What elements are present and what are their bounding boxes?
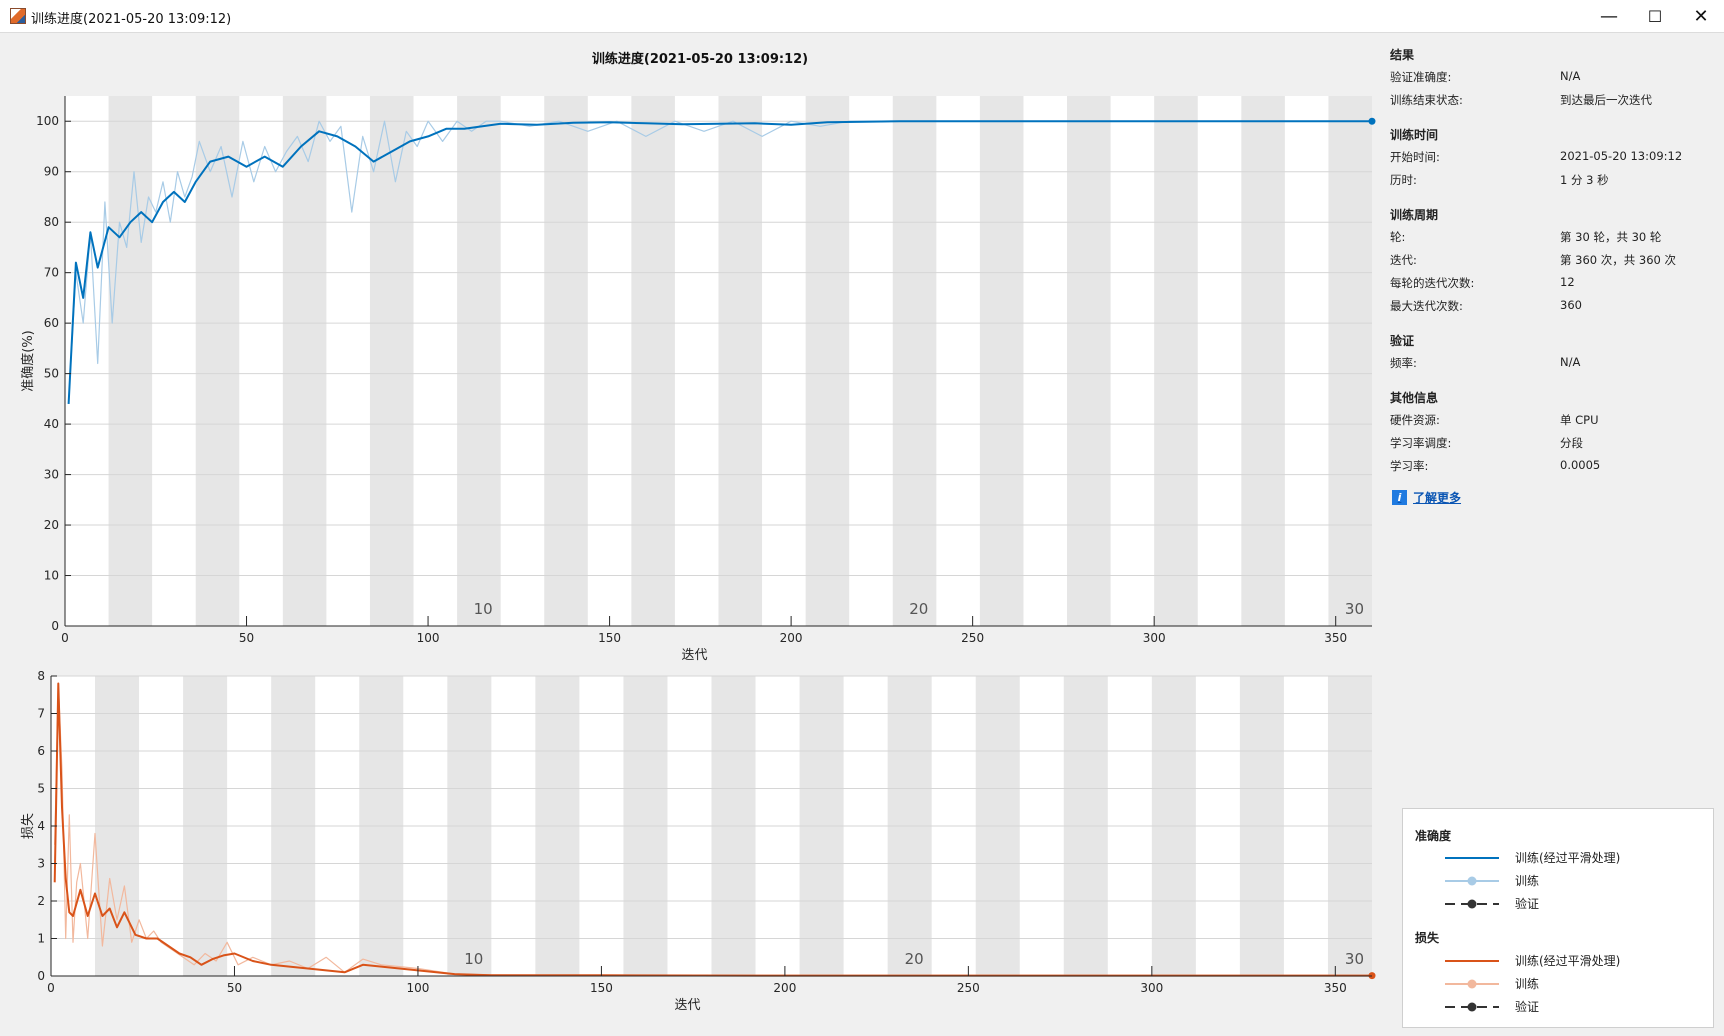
x-tick-label: 150	[590, 981, 613, 995]
legend-loss-title: 损失	[1415, 931, 1440, 945]
loss-plot[interactable]: 10 20 300 50 100 150 200 250 300 350012345678迭代损失	[0, 0, 1390, 1036]
legend-label: 验证	[1515, 897, 1540, 911]
iteration-value: 第 360 次，共 360 次	[1560, 253, 1677, 267]
epoch-label: 轮:	[1390, 230, 1406, 244]
max-iterations-label: 最大迭代次数:	[1390, 299, 1463, 313]
smoothed-line-icon	[1445, 856, 1499, 859]
legend-accuracy-title: 准确度	[1415, 829, 1452, 843]
hardware-value: 单 CPU	[1560, 413, 1599, 427]
legend-item-loss-raw: 训练	[1443, 975, 1539, 992]
lr-schedule-label: 学习率调度:	[1390, 436, 1452, 450]
validation-section-title: 验证	[1390, 334, 1415, 348]
epoch-value: 第 30 轮，共 30 轮	[1560, 230, 1662, 244]
x-tick-label: 350	[1324, 981, 1347, 995]
legend-label: 训练(经过平滑处理)	[1515, 954, 1621, 968]
frequency-value: N/A	[1560, 355, 1581, 369]
y-tick-label: 5	[37, 782, 45, 796]
legend: 准确度 训练(经过平滑处理) 训练 验证 损失 训练(经过平滑处理) 训练 验证	[1402, 808, 1714, 1028]
y-tick-label: 3	[37, 857, 45, 871]
x-tick-label: 300	[1140, 981, 1163, 995]
elapsed-value: 1 分 3 秒	[1560, 173, 1609, 187]
close-button[interactable]: ✕	[1678, 0, 1724, 32]
x-tick-label: 0	[47, 981, 55, 995]
y-tick-label: 0	[37, 969, 45, 983]
time-section-title: 训练时间	[1390, 128, 1439, 142]
y-tick-label: 1	[37, 932, 45, 946]
x-tick-label: 100	[406, 981, 429, 995]
cycle-section-title: 训练周期	[1390, 208, 1439, 222]
start-time-value: 2021-05-20 13:09:12	[1560, 149, 1683, 163]
legend-item-accuracy-validation: 验证	[1443, 895, 1539, 912]
x-tick-label: 200	[773, 981, 796, 995]
validation-accuracy-label: 验证准确度:	[1390, 70, 1452, 84]
legend-item-accuracy-smoothed: 训练(经过平滑处理)	[1443, 849, 1620, 866]
results-section-title: 结果	[1390, 48, 1415, 62]
x-tick-label: 50	[227, 981, 242, 995]
iteration-label: 迭代:	[1390, 253, 1417, 267]
legend-label: 训练	[1515, 977, 1540, 991]
end-status-label: 训练结束状态:	[1390, 93, 1463, 107]
x-axis-label: 迭代	[674, 998, 700, 1013]
end-status-value: 到达最后一次迭代	[1560, 93, 1652, 107]
hardware-label: 硬件资源:	[1390, 413, 1440, 427]
x-tick-label: 250	[957, 981, 980, 995]
y-tick-label: 6	[37, 744, 45, 758]
learning-rate-value: 0.0005	[1560, 458, 1601, 472]
raw-line-icon	[1445, 979, 1499, 988]
y-tick-label: 7	[37, 707, 45, 721]
epoch-label: 30	[1345, 950, 1364, 968]
iterations-per-epoch-label: 每轮的迭代次数:	[1390, 276, 1475, 290]
validation-line-icon	[1445, 899, 1499, 908]
other-section-title: 其他信息	[1390, 391, 1439, 405]
y-tick-label: 4	[37, 819, 45, 833]
start-time-label: 开始时间:	[1390, 150, 1440, 164]
legend-item-loss-validation: 验证	[1443, 998, 1539, 1015]
max-iterations-value: 360	[1560, 298, 1582, 312]
y-axis-label: 损失	[21, 813, 36, 839]
learning-rate-label: 学习率:	[1390, 459, 1429, 473]
y-tick-label: 8	[37, 669, 45, 683]
minimize-button[interactable]: —	[1586, 0, 1632, 32]
learn-more-link[interactable]: i 了解更多	[1392, 489, 1461, 506]
raw-line-icon	[1445, 876, 1499, 885]
frequency-label: 频率:	[1390, 356, 1417, 370]
legend-label: 验证	[1515, 1000, 1540, 1014]
validation-accuracy-value: N/A	[1560, 69, 1581, 83]
validation-line-icon	[1445, 1002, 1499, 1011]
legend-label: 训练	[1515, 874, 1540, 888]
elapsed-label: 历时:	[1390, 173, 1417, 187]
lr-schedule-value: 分段	[1560, 436, 1583, 450]
epoch-label: 10	[464, 950, 483, 968]
y-tick-label: 2	[37, 894, 45, 908]
legend-item-accuracy-raw: 训练	[1443, 872, 1539, 889]
legend-label: 训练(经过平滑处理)	[1515, 851, 1621, 865]
epoch-label: 20	[905, 950, 924, 968]
learn-more-label: 了解更多	[1413, 491, 1462, 505]
iterations-per-epoch-value: 12	[1560, 275, 1575, 289]
smoothed-line-icon	[1445, 959, 1499, 962]
info-icon: i	[1392, 490, 1407, 505]
legend-item-loss-smoothed: 训练(经过平滑处理)	[1443, 952, 1620, 969]
plot-area: 10 20 300 50 100 150 200 250 300 350012345678迭代损失	[21, 669, 1376, 1013]
maximize-button[interactable]: ☐	[1632, 0, 1678, 32]
